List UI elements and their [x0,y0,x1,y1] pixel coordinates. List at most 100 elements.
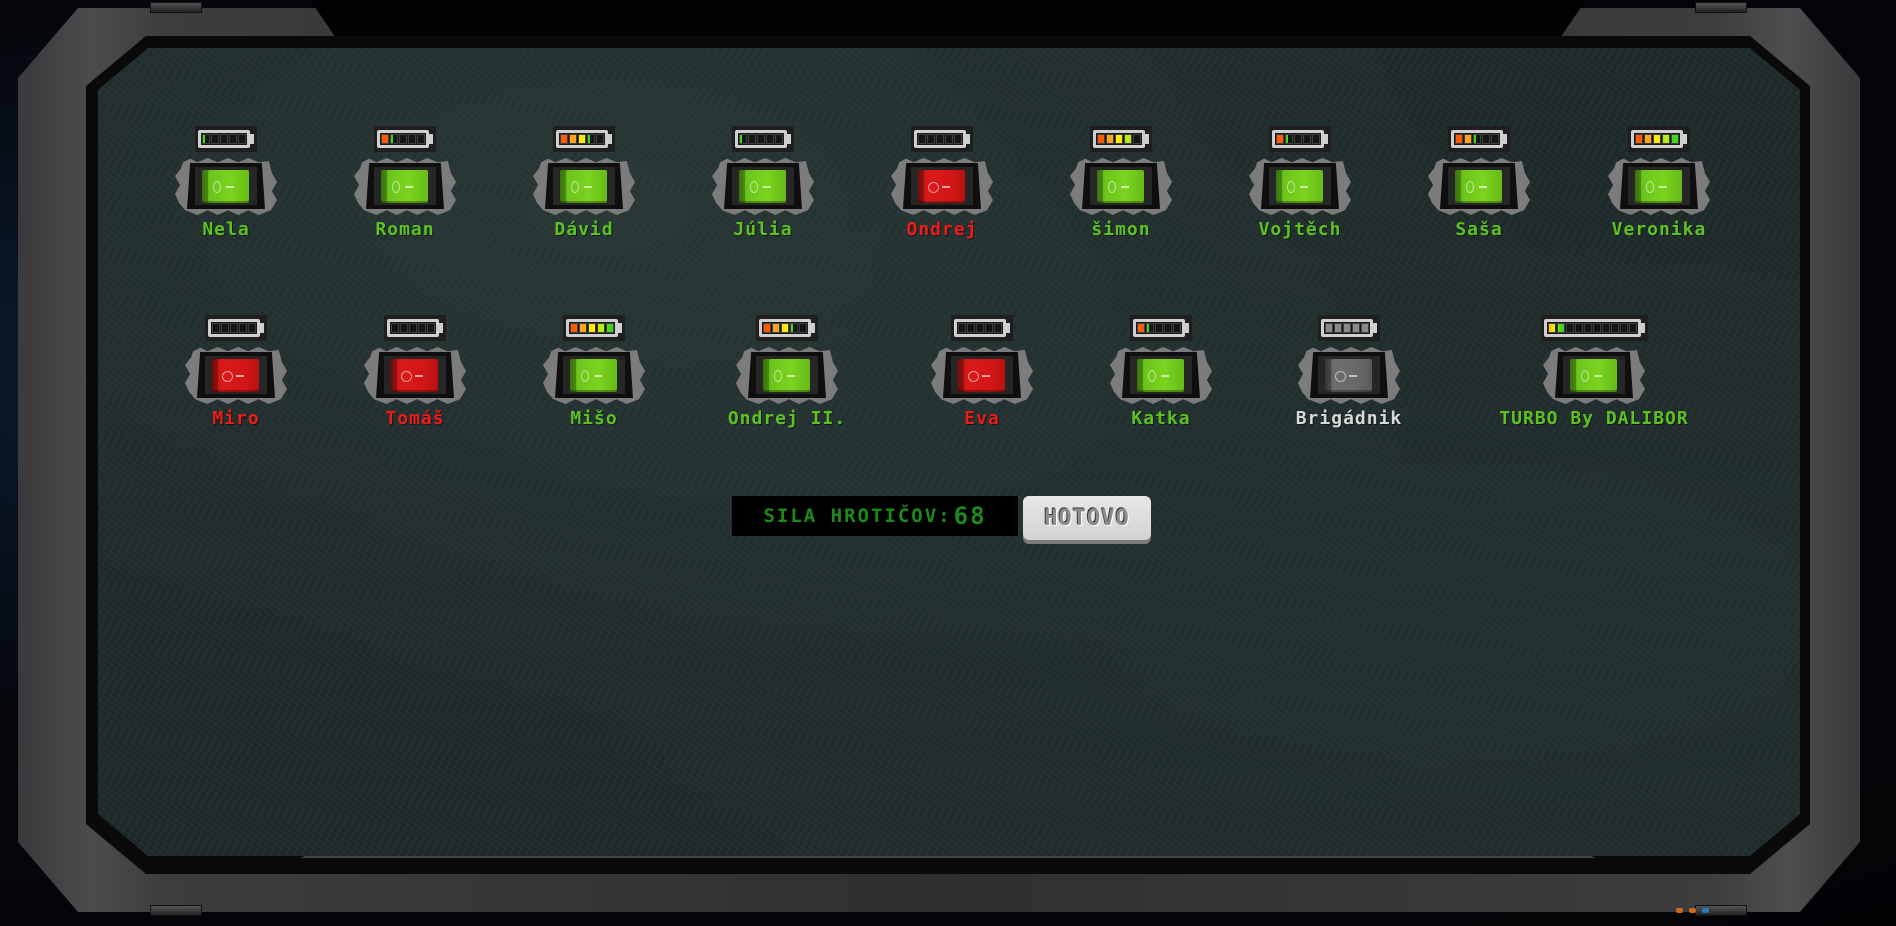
battery-segment [1361,323,1369,333]
rocker-switch-on[interactable] [560,170,607,203]
switch-plate[interactable] [1543,344,1645,404]
employee-switch[interactable]: šimon [1031,126,1211,240]
battery-segment [1628,323,1637,333]
battery-segment-fill [580,324,586,332]
battery-segment-fill [1654,135,1660,143]
rocker-switch-on[interactable] [1635,170,1682,203]
employee-switch[interactable]: Tomáš [325,315,505,429]
employee-name: TURBO By DALIBOR [1499,408,1689,429]
battery-segment [918,134,926,144]
battery-terminal [1185,323,1189,333]
battery-segment [390,134,398,144]
rocker-switch-on[interactable] [381,170,428,203]
employee-name: Ondrej II. [727,408,847,429]
employee-name: šimon [1091,219,1151,240]
battery-segment [579,323,587,333]
employee-switch[interactable]: Brigádnik [1259,315,1439,429]
rocker-switch-on[interactable] [202,170,249,203]
employee-switch[interactable]: Ondrej [852,126,1032,240]
battery-icon [1133,319,1185,337]
rocker-switch-off[interactable] [918,170,965,203]
rocker-switch-on[interactable] [1570,359,1617,392]
battery-segment-fill [1344,324,1350,332]
employee-name: Júlia [733,219,793,240]
power-off-symbol-icon [571,181,579,193]
switch-plate[interactable] [931,344,1033,404]
done-button[interactable]: HOTOVO [1023,496,1151,540]
battery-terminal [1683,134,1687,144]
rocker-switch-off[interactable] [391,359,438,392]
battery-segment [1276,134,1284,144]
switch-plate[interactable] [1070,155,1172,215]
employee-switch[interactable]: Saša [1389,126,1569,240]
switch-plate[interactable] [364,344,466,404]
power-off-symbol-icon [774,370,782,382]
rocker-switch-disabled[interactable] [1325,359,1372,392]
rocker-switch-on[interactable] [1097,170,1144,203]
switch-plate[interactable] [1608,155,1710,215]
battery-segment [766,134,774,144]
power-off-symbol-icon [213,181,221,193]
employee-switch[interactable]: Mišo [504,315,684,429]
employee-switch[interactable]: Vojtěch [1210,126,1390,240]
switch-plate[interactable] [185,344,287,404]
battery-segment-fill [1138,324,1144,332]
battery-segment [1312,134,1320,144]
employee-name: Brigádnik [1295,408,1403,429]
employee-switch[interactable]: TURBO By DALIBOR [1499,315,1688,429]
employee-switch[interactable]: Eva [892,315,1072,429]
switch-plate[interactable] [1249,155,1351,215]
battery-segment-fill [791,324,793,332]
switch-plate[interactable] [533,155,635,215]
battery-terminal [429,134,433,144]
battery-segment-fill [740,135,743,143]
employee-switch[interactable]: Dávid [494,126,674,240]
employee-switch[interactable]: Veronika [1569,126,1749,240]
switch-plate[interactable] [1298,344,1400,404]
battery-indicator [951,315,1013,341]
power-on-symbol-icon [787,375,795,377]
rocker-switch-on[interactable] [1455,170,1502,203]
switch-plate[interactable] [354,155,456,215]
switch-plate[interactable] [736,344,838,404]
battery-indicator [732,126,794,152]
battery-segment [606,323,614,333]
battery-segment [400,323,408,333]
switch-plate[interactable] [543,344,645,404]
battery-segment [1464,134,1472,144]
rocker-switch-on[interactable] [763,359,810,392]
switch-plate[interactable] [1428,155,1530,215]
employee-switch[interactable]: Miro [146,315,326,429]
strength-display: SILA HROTIČOV: 68 [732,496,1018,536]
employee-switch[interactable]: Júlia [673,126,853,240]
battery-terminal [618,323,622,333]
power-on-symbol-icon [1479,186,1487,188]
power-off-symbol-icon [750,181,758,193]
employee-switch[interactable]: Roman [315,126,495,240]
switch-plate[interactable] [175,155,277,215]
battery-segment [588,323,596,333]
switch-plate[interactable] [891,155,993,215]
battery-segment [1601,323,1610,333]
battery-segment [781,323,789,333]
employee-name: Tomáš [385,408,445,429]
rocker-switch-on[interactable] [1137,359,1184,392]
switch-plate[interactable] [712,155,814,215]
rocker-switch-on[interactable] [739,170,786,203]
indicator-light [1676,908,1683,913]
rocker-switch-on[interactable] [1276,170,1323,203]
battery-terminal [608,134,612,144]
employee-switch[interactable]: Katka [1071,315,1251,429]
switch-plate[interactable] [1110,344,1212,404]
battery-segment-fill [579,135,585,143]
power-on-symbol-icon [1121,186,1129,188]
power-off-symbol-icon [581,370,589,382]
battery-segment [1133,134,1141,144]
rocker-switch-on[interactable] [570,359,617,392]
employee-switch[interactable]: Ondrej II. [697,315,877,429]
rocker-switch-off[interactable] [212,359,259,392]
employee-switch[interactable]: Nela [136,126,316,240]
rocker-switch-off[interactable] [958,359,1005,392]
battery-segment [211,134,219,144]
battery-segment [1343,323,1351,333]
